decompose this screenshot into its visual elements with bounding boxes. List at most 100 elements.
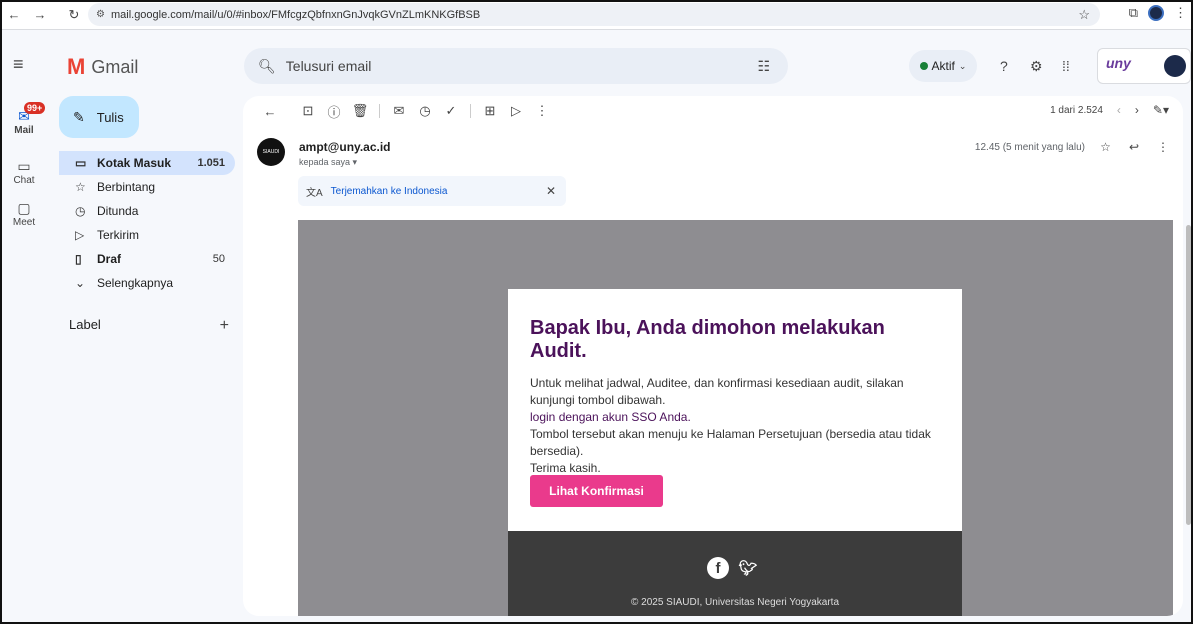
gmail-m-icon: M (67, 54, 86, 79)
more-options-icon[interactable]: ⋮ (1157, 140, 1169, 154)
nav-item-drafts[interactable]: ▯ Draf 50 (59, 247, 235, 271)
confirm-button[interactable]: Lihat Konfirmasi (530, 475, 663, 507)
back-icon[interactable]: ← (4, 7, 24, 22)
email-footer: f 🐦︎ © 2025 SIAUDI, Universitas Negeri Y… (508, 531, 962, 616)
search-icon[interactable]: 🔍︎ (258, 58, 276, 75)
close-icon[interactable]: ✕ (546, 184, 556, 198)
unread-badge: 99+ (24, 102, 46, 114)
chat-icon: ▭ (17, 158, 31, 174)
translate-link[interactable]: Terjemahkan ke Indonesia (331, 186, 448, 197)
add-label-icon[interactable]: + (220, 317, 229, 335)
input-tools-icon[interactable]: ✎▾ (1153, 103, 1169, 117)
reload-icon[interactable]: ↻ (64, 7, 84, 23)
message-actions: ☆ ↩ ⋮ (1100, 140, 1169, 154)
next-icon[interactable]: › (1135, 103, 1139, 117)
nav-item-label: Selengkapnya (97, 276, 174, 290)
draft-icon: ▯ (75, 252, 82, 266)
message-view: ← ⊡ ⓘ 🗑︎ ✉ ◷ ✓ ⊞ ▷ ⋮ 1 dari 2.524 ‹ › ✎▾… (243, 96, 1183, 616)
nav-item-more[interactable]: ⌄ Selengkapnya (59, 271, 235, 295)
copyright-text: © 2025 SIAUDI, Universitas Negeri Yogyak… (630, 597, 840, 608)
pagination-controls: 1 dari 2.524 ‹ › ✎▾ (1050, 103, 1169, 117)
settings-gear-icon[interactable]: ⚙ (1030, 58, 1043, 75)
label-icon[interactable]: ▷ (503, 103, 529, 119)
move-to-icon[interactable]: ⊞ (477, 103, 503, 119)
search-options-icon[interactable]: ☷ (757, 58, 770, 75)
nav-item-inbox[interactable]: ▭ Kotak Masuk 1.051 (59, 151, 235, 175)
app-rail: ≡ ✉ 99+ Mail ▭ Chat ▢ Meet (0, 30, 48, 624)
apps-grid-icon[interactable]: ⁞⁞ (1062, 58, 1070, 74)
toolbar-divider (470, 104, 471, 118)
rail-mail[interactable]: ✉ 99+ Mail (0, 102, 48, 136)
twitter-icon[interactable]: 🐦︎ (737, 557, 759, 579)
delete-icon[interactable]: 🗑︎ (347, 103, 373, 119)
bookmark-star-icon[interactable]: ☆ (1078, 7, 1090, 23)
browser-toolbar: ← → ↻ ⚙ mail.google.com/mail/u/0/#inbox/… (0, 0, 1193, 30)
social-links: f 🐦︎ (707, 557, 759, 579)
search-bar[interactable]: 🔍︎ Telusuri email ☷ (244, 48, 788, 84)
url-text: mail.google.com/mail/u/0/#inbox/FMfcgzQb… (110, 8, 481, 21)
nav-item-count: 50 (212, 253, 225, 265)
rail-chat-label: Chat (13, 175, 35, 186)
rail-mail-label: Mail (14, 125, 34, 136)
pagination-text: 1 dari 2.524 (1050, 104, 1103, 116)
more-options-icon[interactable]: ⋮ (529, 103, 555, 119)
email-paragraph: Tombol tersebut akan menuju ke Halaman P… (530, 427, 931, 458)
email-card: Bapak Ibu, Anda dimohon melakukan Audit.… (508, 289, 962, 531)
status-dot (919, 62, 928, 70)
back-to-inbox-icon[interactable]: ← (257, 104, 283, 119)
browser-profile-avatar[interactable] (1148, 5, 1164, 21)
report-spam-icon[interactable]: ⓘ (321, 102, 347, 121)
translate-bar: 文A Terjemahkan ke Indonesia ✕ (298, 176, 566, 206)
search-input[interactable]: Telusuri email (286, 58, 372, 74)
status-chip[interactable]: Aktif ⌄ (909, 50, 977, 82)
nav-item-sent[interactable]: ▷ Terkirim (59, 223, 235, 247)
chevron-down-icon: ⌄ (958, 60, 967, 71)
snooze-icon[interactable]: ◷ (412, 103, 438, 119)
sso-login-link[interactable]: login dengan akun SSO Anda. (530, 409, 940, 426)
star-icon[interactable]: ☆ (1100, 140, 1111, 154)
address-bar[interactable]: ⚙ mail.google.com/mail/u/0/#inbox/FMfcgz… (88, 3, 1100, 26)
mark-unread-icon[interactable]: ✉ (386, 103, 412, 119)
status-label: Aktif (931, 59, 955, 73)
nav-item-label: Kotak Masuk (97, 156, 172, 170)
browser-menu-icon[interactable]: ⋮ (1174, 5, 1187, 21)
video-icon: ▢ (17, 200, 31, 216)
facebook-icon[interactable]: f (707, 557, 729, 579)
extensions-icon[interactable]: ⧉ (1129, 5, 1138, 21)
rail-chat[interactable]: ▭ Chat (0, 158, 48, 186)
scrollbar[interactable] (1186, 225, 1191, 525)
rail-meet[interactable]: ▢ Meet (0, 200, 48, 228)
sender-email[interactable]: ampt@uny.ac.id (299, 140, 391, 154)
app-name: Gmail (91, 56, 139, 77)
account-chip[interactable]: uny (1097, 48, 1191, 84)
clock-icon: ◷ (75, 204, 86, 218)
nav-item-starred[interactable]: ☆ Berbintang (59, 175, 235, 199)
nav-item-label: Terkirim (97, 228, 139, 242)
account-avatar[interactable] (1164, 55, 1186, 77)
nav-item-count: 1.051 (197, 157, 225, 169)
toolbar-divider (379, 104, 380, 118)
inbox-icon: ▭ (75, 156, 87, 170)
pencil-icon: ✎ (73, 108, 85, 125)
recipient-details[interactable]: kepada saya ▾ (299, 157, 357, 168)
previous-icon[interactable]: ‹ (1117, 103, 1121, 117)
site-settings-icon[interactable]: ⚙ (96, 9, 105, 20)
email-body: Bapak Ibu, Anda dimohon melakukan Audit.… (298, 220, 1173, 616)
nav-item-snoozed[interactable]: ◷ Ditunda (59, 199, 235, 223)
rail-meet-label: Meet (12, 217, 36, 228)
main-menu-icon[interactable]: ≡ (13, 54, 24, 75)
forward-icon[interactable]: → (30, 7, 50, 22)
help-icon[interactable]: ? (1000, 58, 1008, 74)
email-paragraph: Untuk melihat jadwal, Auditee, dan konfi… (530, 376, 904, 407)
translate-icon: 文A (306, 187, 323, 199)
labels-title: Label (69, 317, 101, 332)
gmail-logo[interactable]: M Gmail (67, 54, 138, 80)
archive-icon[interactable]: ⊡ (295, 103, 321, 119)
compose-button[interactable]: ✎ Tulis (59, 96, 139, 138)
nav-item-label: Draf (97, 252, 122, 266)
add-task-icon[interactable]: ✓ (438, 103, 464, 119)
sender-avatar[interactable]: SIAUDI (257, 138, 285, 166)
send-icon: ▷ (75, 228, 85, 242)
reply-icon[interactable]: ↩ (1129, 140, 1139, 154)
chevron-down-icon: ⌄ (75, 276, 86, 290)
